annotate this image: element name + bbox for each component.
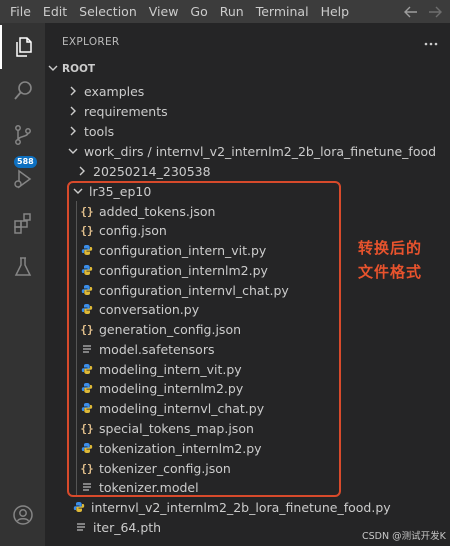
extensions-icon[interactable] [0,201,45,245]
menu-terminal[interactable]: Terminal [250,4,315,19]
watermark: CSDN @测试开发K [362,531,446,542]
search-icon[interactable] [0,69,45,113]
item-label: work_dirs / internvl_v2_internlm2_2b_lor… [84,143,437,159]
menu-file[interactable]: File [0,4,37,19]
item-label: iter_64.pth [93,519,162,535]
testing-icon[interactable] [0,245,45,289]
root-folder-header[interactable]: ROOT [45,59,450,79]
file-item[interactable]: iter_64.pth [74,517,161,537]
more-actions-icon[interactable] [424,35,438,49]
activity-bar: 588 [0,23,45,546]
chevron-down-icon [66,146,80,156]
forward-arrow-icon[interactable] [428,6,442,18]
menu-bar: File Edit Selection View Go Run Terminal… [0,0,450,23]
item-label: examples [84,83,145,99]
chevron-right-icon [75,166,89,176]
highlight-box [67,181,341,497]
item-label: tools [84,123,115,139]
navigation-arrows [404,6,450,18]
file-icon [74,521,88,533]
file-item[interactable]: internvl_v2_internlm2_2b_lora_finetune_f… [72,497,391,517]
back-arrow-icon[interactable] [404,6,418,18]
source-control-icon[interactable] [0,113,45,157]
chevron-right-icon [66,126,80,136]
menu-selection[interactable]: Selection [73,4,143,19]
annotation-line-2: 文件格式 [358,263,423,281]
folder-item[interactable]: examples [66,81,144,101]
explorer-icon[interactable] [0,25,45,69]
item-label: 20250214_230538 [93,163,211,179]
menu-go[interactable]: Go [184,4,213,19]
menu-edit[interactable]: Edit [37,4,73,19]
explorer-title: EXPLORER [62,36,120,48]
folder-item[interactable]: requirements [66,101,168,121]
root-label: ROOT [62,63,96,75]
run-debug-icon[interactable] [0,157,45,201]
folder-item[interactable]: work_dirs / internvl_v2_internlm2_2b_lor… [66,141,436,161]
menu-run[interactable]: Run [214,4,250,19]
annotation-line-1: 转换后的 [358,239,423,257]
chevron-right-icon [66,86,80,96]
chevron-down-icon [47,62,59,77]
item-label: internvl_v2_internlm2_2b_lora_finetune_f… [91,499,391,515]
chevron-right-icon [66,106,80,116]
folder-item[interactable]: tools [66,121,114,141]
python-file-icon [72,501,86,513]
account-icon[interactable] [0,493,45,537]
folder-item[interactable]: 20250214_230538 [75,161,211,181]
item-label: requirements [84,103,168,119]
menu-view[interactable]: View [143,4,185,19]
menu-help[interactable]: Help [315,4,356,19]
annotation-text: 转换后的 文件格式 [358,236,422,284]
